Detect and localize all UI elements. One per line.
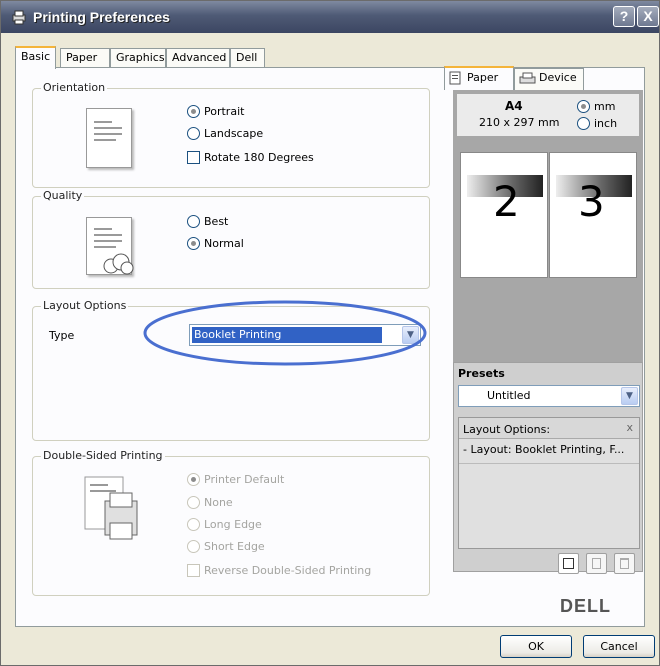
unit-inch-radio[interactable]: inch — [577, 117, 617, 130]
printer-app-icon — [12, 10, 26, 25]
tab-basic[interactable]: Basic — [15, 46, 56, 69]
rotate-180-label: Rotate 180 Degrees — [204, 151, 314, 164]
best-label: Best — [204, 215, 229, 228]
double-sided-legend: Double-Sided Printing — [41, 449, 165, 462]
paper-icon — [449, 71, 461, 85]
print-quality-icon — [103, 253, 134, 275]
save-preset-icon[interactable] — [586, 553, 607, 574]
short-edge-radio[interactable]: Short Edge — [187, 540, 265, 553]
paper-size-name: A4 — [505, 99, 523, 113]
presets-title: Presets — [458, 367, 505, 380]
highlight-ellipse — [143, 300, 427, 366]
layout-type-label: Type — [49, 329, 75, 342]
ok-button[interactable]: OK — [500, 635, 572, 658]
tab-dell[interactable]: Dell — [230, 48, 265, 68]
presets-summary: Layout Options: x - Layout: Booklet Prin… — [458, 417, 640, 549]
normal-label: Normal — [204, 237, 244, 250]
tab-advanced[interactable]: Advanced — [166, 48, 230, 68]
preview-tab-paper[interactable]: Paper — [444, 66, 514, 90]
reverse-double-sided-label: Reverse Double-Sided Printing — [204, 564, 372, 577]
page-number-3: 3 — [578, 177, 605, 226]
device-printer-icon — [519, 72, 536, 84]
preview-pane: A4 210 x 297 mm mm inch 2 3 — [453, 90, 643, 362]
page-number-2: 2 — [493, 177, 520, 226]
preview-tab-device[interactable]: Device — [514, 68, 584, 90]
radio-indicator — [187, 237, 200, 250]
landscape-radio[interactable]: Landscape — [187, 127, 263, 140]
presets-section: Presets Untitled ▼ Layout Options: x - L… — [453, 362, 643, 574]
radio-indicator — [187, 127, 200, 140]
tab-graphics[interactable]: Graphics — [110, 48, 166, 68]
orientation-group: Orientation Portrait Landscape Rotate 18… — [32, 81, 430, 188]
summary-close-icon[interactable]: x — [626, 421, 633, 434]
mm-label: mm — [594, 100, 616, 113]
portrait-radio[interactable]: Portrait — [187, 105, 244, 118]
cancel-button[interactable]: Cancel — [583, 635, 655, 658]
normal-quality-radio[interactable]: Normal — [187, 237, 244, 250]
short-edge-label: Short Edge — [204, 540, 265, 553]
layout-options-group: Layout Options Type Booklet Printing ▼ — [32, 299, 430, 441]
reverse-double-sided-checkbox[interactable]: Reverse Double-Sided Printing — [187, 564, 371, 577]
portrait-page-icon — [86, 108, 132, 168]
checkbox-box — [187, 151, 200, 164]
window-title: Printing Preferences — [33, 9, 170, 25]
checkbox-box — [187, 564, 200, 577]
radio-indicator — [187, 496, 200, 509]
paper-dimensions: 210 x 297 mm — [479, 116, 560, 129]
presets-select[interactable]: Untitled ▼ — [458, 385, 640, 407]
device-tab-label: Device — [539, 71, 577, 84]
long-edge-label: Long Edge — [204, 518, 262, 531]
radio-indicator — [577, 100, 590, 113]
basic-tab-panel: Orientation Portrait Landscape Rotate 18… — [15, 66, 645, 627]
dell-logo: DELL — [560, 596, 611, 616]
delete-preset-icon[interactable] — [614, 553, 635, 574]
portrait-label: Portrait — [204, 105, 245, 118]
chevron-down-icon: ▼ — [621, 387, 638, 405]
presets-value: Untitled — [487, 389, 531, 402]
radio-indicator — [187, 473, 200, 486]
summary-line: - Layout: Booklet Printing, F... — [463, 443, 625, 456]
radio-indicator — [187, 540, 200, 553]
radio-indicator — [187, 215, 200, 228]
booklet-page-right: 3 — [549, 152, 637, 278]
close-button[interactable]: X — [637, 6, 659, 27]
printer-default-label: Printer Default — [204, 473, 285, 486]
quality-legend: Quality — [41, 189, 85, 202]
help-button[interactable]: ? — [613, 6, 635, 27]
radio-indicator — [187, 518, 200, 531]
rotate-180-checkbox[interactable]: Rotate 180 Degrees — [187, 151, 314, 164]
printing-preferences-window: Printing Preferences ? X Basic Paper Gra… — [0, 0, 660, 666]
duplex-printer-icon — [84, 476, 138, 540]
paper-size-info: A4 210 x 297 mm mm inch — [457, 94, 639, 136]
none-label: None — [204, 496, 233, 509]
summary-list: - Layout: Booklet Printing, F... — [459, 438, 639, 548]
layout-options-legend: Layout Options — [41, 299, 129, 312]
double-sided-printing-group: Double-Sided Printing Printer Default No… — [32, 449, 430, 596]
tab-paper[interactable]: Paper — [60, 48, 110, 68]
long-edge-radio[interactable]: Long Edge — [187, 518, 262, 531]
orientation-legend: Orientation — [41, 81, 108, 94]
new-preset-icon[interactable] — [558, 553, 579, 574]
paper-tab-label: Paper — [467, 71, 499, 84]
printer-default-radio[interactable]: Printer Default — [187, 473, 284, 486]
radio-indicator — [187, 105, 200, 118]
title-bar[interactable]: Printing Preferences ? X — [1, 1, 659, 33]
landscape-label: Landscape — [204, 127, 264, 140]
inch-label: inch — [594, 117, 618, 130]
radio-indicator — [577, 117, 590, 130]
summary-header: Layout Options: — [463, 423, 551, 436]
booklet-page-left: 2 — [460, 152, 548, 278]
best-quality-radio[interactable]: Best — [187, 215, 228, 228]
none-radio[interactable]: None — [187, 496, 233, 509]
quality-group: Quality Best Normal — [32, 189, 430, 289]
quality-page-icon — [86, 217, 134, 275]
unit-mm-radio[interactable]: mm — [577, 100, 615, 113]
summary-divider — [459, 463, 639, 464]
